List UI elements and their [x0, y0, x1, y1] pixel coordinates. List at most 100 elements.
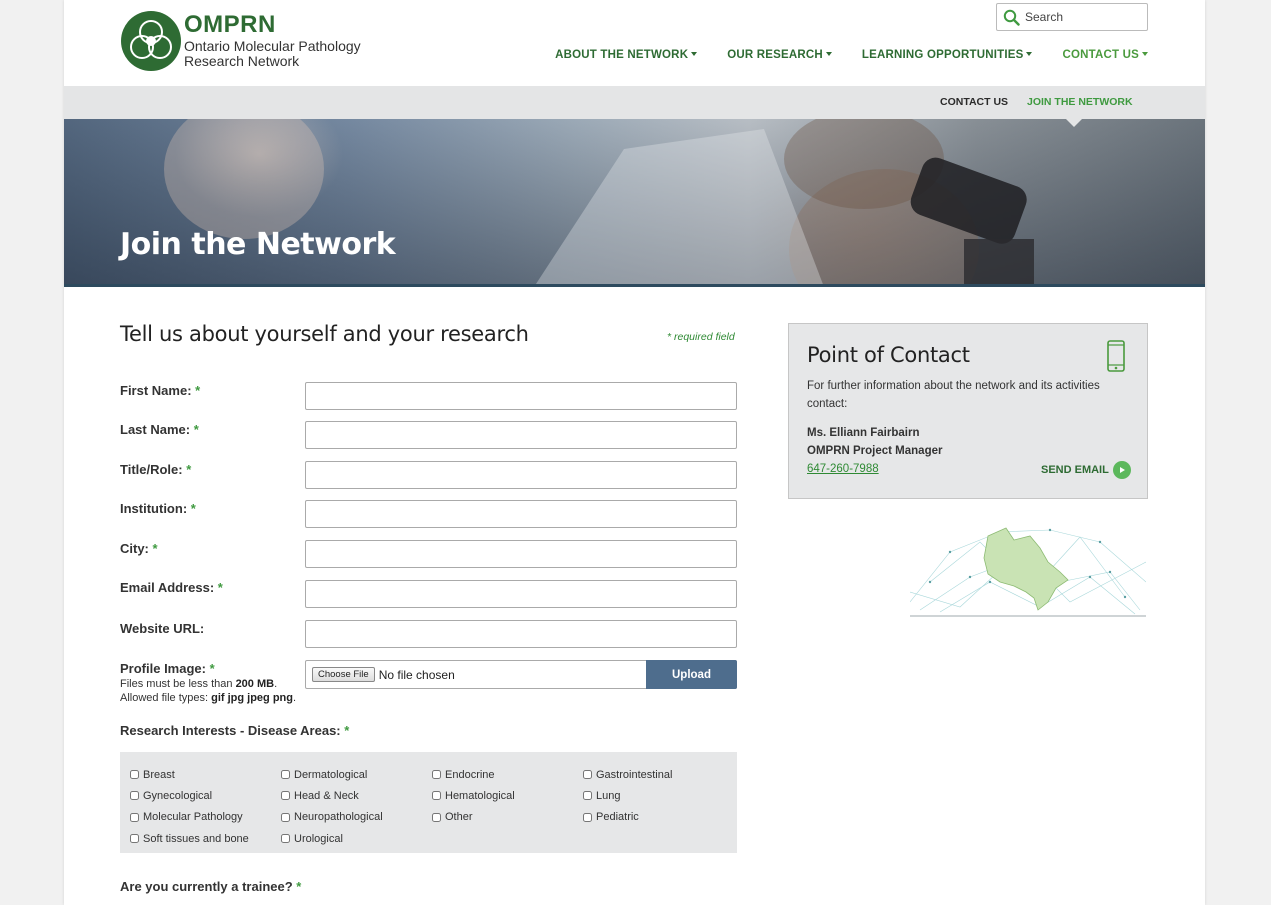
title-role-input[interactable]: [305, 461, 737, 489]
choose-file-button[interactable]: Choose File: [312, 667, 375, 682]
interest-option[interactable]: Endocrine: [432, 764, 583, 785]
active-subnav-indicator: [1066, 119, 1082, 127]
interest-option[interactable]: Gastrointestinal: [583, 764, 734, 785]
nav-learning-opportunities[interactable]: LEARNING OPPORTUNITIES: [862, 49, 1033, 61]
hint-text: Allowed file types:: [120, 692, 212, 704]
contact-description: For further information about the networ…: [807, 380, 1100, 410]
required-marker: *: [209, 661, 215, 676]
interest-label: Pediatric: [596, 811, 639, 824]
nav-about-the-network[interactable]: ABOUT THE NETWORK: [555, 49, 698, 61]
hero-banner: Join the Network: [64, 119, 1205, 287]
hint-text-end: .: [292, 692, 297, 704]
interest-checkbox[interactable]: [281, 812, 290, 822]
interest-checkbox[interactable]: [130, 834, 139, 844]
contact-phone-link[interactable]: 647-260-7988: [807, 463, 879, 475]
nav-label: CONTACT US: [1062, 49, 1139, 61]
email-field[interactable]: [305, 580, 737, 608]
send-email-label: SEND EMAIL: [1041, 464, 1109, 476]
site-logo[interactable]: OMPRN Ontario Molecular Pathology Resear…: [120, 9, 380, 73]
required-marker: *: [186, 462, 192, 477]
interest-option[interactable]: Gynecological: [130, 785, 281, 806]
nav-contact-us[interactable]: CONTACT US: [1062, 49, 1148, 61]
interest-checkbox[interactable]: [130, 770, 139, 780]
institution-label: Institution: *: [120, 501, 196, 516]
arrow-right-icon: [1112, 461, 1131, 479]
interest-label: Other: [445, 811, 473, 824]
website-url-input[interactable]: [305, 620, 737, 648]
interest-option[interactable]: Hematological: [432, 785, 583, 806]
interest-checkbox[interactable]: [130, 812, 139, 822]
search-icon: [1003, 9, 1020, 26]
interest-option[interactable]: Breast: [130, 764, 281, 785]
profile-image-uploader: Choose File No file chosen Upload: [305, 660, 737, 689]
interest-checkbox[interactable]: [583, 812, 592, 822]
interest-label: Urological: [294, 832, 343, 845]
contact-name: Ms. Elliann Fairbairn: [807, 427, 920, 439]
label-text: Institution:: [120, 501, 188, 516]
website-url-label: Website URL:: [120, 621, 204, 636]
interest-option[interactable]: Soft tissues and bone: [130, 828, 281, 849]
interest-option[interactable]: Pediatric: [583, 807, 734, 828]
caret-down-icon: [825, 52, 832, 56]
interest-option[interactable]: Lung: [583, 785, 734, 806]
interest-checkbox[interactable]: [130, 791, 139, 801]
caret-down-icon: [1142, 52, 1148, 56]
city-input[interactable]: [305, 540, 737, 568]
required-marker: *: [344, 723, 350, 738]
interest-checkbox[interactable]: [281, 770, 290, 780]
page: OMPRN Ontario Molecular Pathology Resear…: [64, 0, 1205, 905]
first-name-input[interactable]: [305, 382, 737, 410]
hint-types: gif jpg jpeg png: [211, 692, 293, 704]
nav-our-research[interactable]: OUR RESEARCH: [727, 49, 832, 61]
omprn-logo-icon: [121, 11, 181, 71]
required-marker: *: [296, 879, 302, 894]
interest-option[interactable]: Molecular Pathology: [130, 807, 281, 828]
interest-checkbox[interactable]: [432, 791, 441, 801]
interest-option[interactable]: Dermatological: [281, 764, 432, 785]
label-text: Research Interests - Disease Areas:: [120, 723, 341, 738]
required-marker: *: [190, 501, 196, 516]
send-email-button[interactable]: SEND EMAIL: [1041, 461, 1131, 479]
interest-option[interactable]: Head & Neck: [281, 785, 432, 806]
hint-text-end: .: [274, 678, 278, 690]
interest-option[interactable]: Urological: [281, 828, 432, 849]
interest-checkbox[interactable]: [432, 770, 441, 780]
interest-option[interactable]: Neuropathological: [281, 807, 432, 828]
subnav-join-the-network[interactable]: JOIN THE NETWORK: [1027, 96, 1133, 108]
research-interests-label: Research Interests - Disease Areas: *: [120, 723, 349, 738]
file-types-hint: Allowed file types: gif jpg jpeg png.: [120, 692, 296, 704]
interest-checkbox[interactable]: [432, 812, 441, 822]
required-marker: *: [152, 541, 158, 556]
search-input[interactable]: [1025, 10, 1140, 24]
interest-label: Breast: [143, 768, 175, 781]
label-text: Email Address:: [120, 580, 215, 595]
interest-option[interactable]: Other: [432, 807, 583, 828]
required-field-note: * required field: [667, 331, 735, 343]
trainee-question-label: Are you currently a trainee? *: [120, 879, 301, 894]
point-of-contact-card: Point of Contact For further information…: [788, 323, 1148, 499]
city-label: City: *: [120, 541, 158, 556]
interest-checkbox[interactable]: [583, 791, 592, 801]
contact-card-title: Point of Contact: [807, 343, 970, 367]
last-name-input[interactable]: [305, 421, 737, 449]
subnav-contact-us[interactable]: CONTACT US: [940, 96, 1008, 108]
form-heading: Tell us about yourself and your research: [120, 322, 529, 346]
logo-line-1: Ontario Molecular Pathology: [184, 38, 361, 54]
required-marker: *: [195, 383, 201, 398]
interest-label: Gastrointestinal: [596, 768, 673, 781]
mobile-phone-icon: [1107, 340, 1125, 372]
page-title: Join the Network: [120, 227, 396, 262]
interest-checkbox[interactable]: [281, 834, 290, 844]
file-status-text: No file chosen: [378, 667, 455, 682]
logo-abbreviation: OMPRN: [184, 11, 276, 38]
logo-line-2: Research Network: [184, 53, 300, 69]
hint-size: 200 MB: [235, 678, 275, 690]
main-navigation: ABOUT THE NETWORK OUR RESEARCH LEARNING …: [555, 49, 1148, 61]
search-box[interactable]: [996, 3, 1148, 31]
nav-label: LEARNING OPPORTUNITIES: [861, 49, 1024, 61]
interest-label: Dermatological: [294, 768, 368, 781]
interest-checkbox[interactable]: [583, 770, 592, 780]
interest-checkbox[interactable]: [281, 791, 290, 801]
upload-button[interactable]: Upload: [646, 660, 737, 689]
institution-input[interactable]: [305, 500, 737, 528]
